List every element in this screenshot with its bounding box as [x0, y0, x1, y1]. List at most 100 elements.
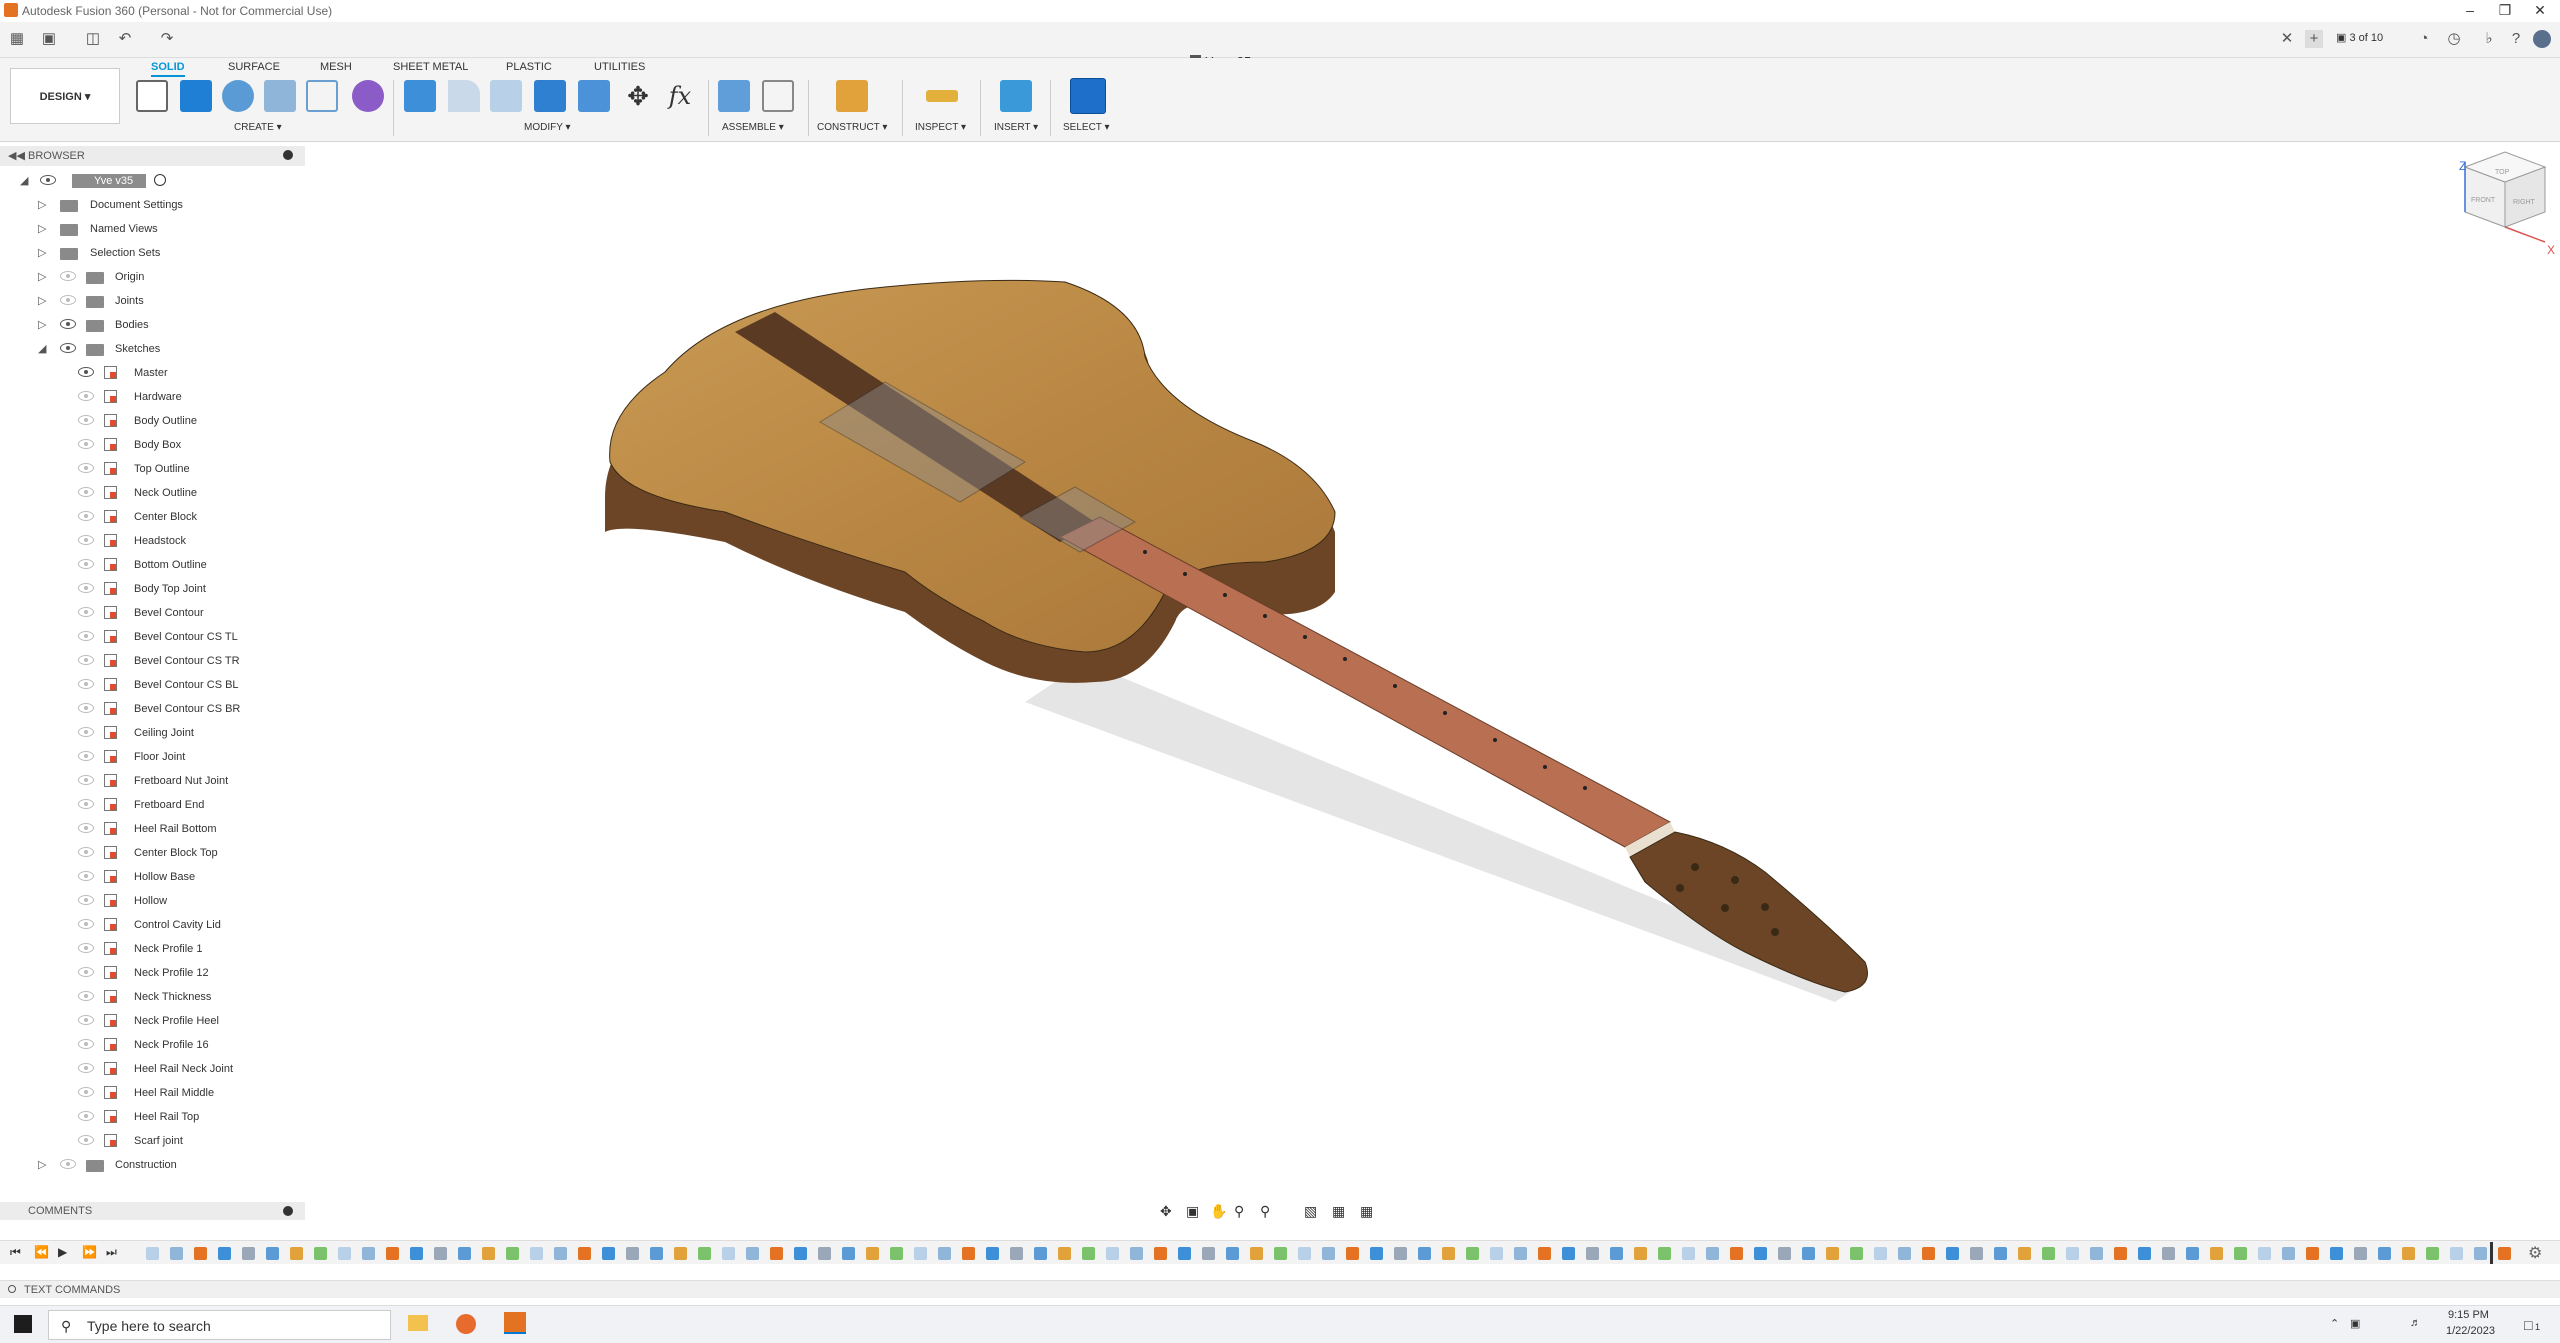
timeline-feature-icon[interactable] — [1154, 1247, 1167, 1260]
sketch-item[interactable]: Heel Rail Bottom — [0, 818, 300, 842]
timeline-feature-icon[interactable] — [1970, 1247, 1983, 1260]
timeline-feature-icon[interactable] — [1442, 1247, 1455, 1260]
timeline-feature-icon[interactable] — [1058, 1247, 1071, 1260]
timeline-feature-icon[interactable] — [842, 1247, 855, 1260]
timeline-feature-icon[interactable] — [2354, 1247, 2367, 1260]
timeline-feature-icon[interactable] — [1946, 1247, 1959, 1260]
timeline-feature-icon[interactable] — [1322, 1247, 1335, 1260]
sketch-item[interactable]: Heel Rail Neck Joint — [0, 1058, 300, 1082]
visibility-eye-icon[interactable] — [78, 415, 94, 425]
browser-item-named-views[interactable]: ▷ Named Views — [0, 218, 300, 242]
visibility-eye-icon[interactable] — [60, 271, 76, 281]
sketch-item[interactable]: Heel Rail Middle — [0, 1082, 300, 1106]
sketch-item[interactable]: Top Outline — [0, 458, 300, 482]
look-at-icon[interactable]: ▣ — [1186, 1203, 1199, 1220]
visibility-eye-icon[interactable] — [78, 631, 94, 641]
timeline-feature-icon[interactable] — [554, 1247, 567, 1260]
timeline-feature-icon[interactable] — [578, 1247, 591, 1260]
timeline-feature-icon[interactable] — [770, 1247, 783, 1260]
expand-triangle-icon[interactable]: ▷ — [38, 1158, 46, 1171]
offset-face-icon[interactable] — [578, 80, 610, 112]
timeline-feature-icon[interactable] — [146, 1247, 159, 1260]
visibility-eye-icon[interactable] — [60, 343, 76, 353]
save-icon[interactable]: ◫ — [84, 30, 102, 48]
group-modify[interactable]: MODIFY ▾ — [524, 122, 571, 133]
group-inspect[interactable]: INSPECT ▾ — [915, 122, 966, 133]
timeline-feature-icon[interactable] — [1106, 1247, 1119, 1260]
timeline-feature-icon[interactable] — [698, 1247, 711, 1260]
timeline-feature-icon[interactable] — [866, 1247, 879, 1260]
timeline-feature-icon[interactable] — [314, 1247, 327, 1260]
browser-item-selection-sets[interactable]: ▷ Selection Sets — [0, 242, 300, 266]
timeline-feature-icon[interactable] — [2378, 1247, 2391, 1260]
tab-plastic[interactable]: PLASTIC — [506, 61, 552, 73]
timeline-feature-icon[interactable] — [2402, 1247, 2415, 1260]
sketch-item[interactable]: Neck Profile 1 — [0, 938, 300, 962]
timeline-feature-icon[interactable] — [2114, 1247, 2127, 1260]
visibility-eye-icon[interactable] — [78, 703, 94, 713]
timeline-feature-icon[interactable] — [1706, 1247, 1719, 1260]
visibility-eye-icon[interactable] — [78, 1087, 94, 1097]
timeline-feature-icon[interactable] — [458, 1247, 471, 1260]
visibility-eye-icon[interactable] — [78, 463, 94, 473]
expand-triangle-icon[interactable]: ▷ — [38, 294, 46, 307]
timeline-feature-icon[interactable] — [890, 1247, 903, 1260]
revolve-icon[interactable] — [222, 80, 254, 112]
expand-triangle-icon[interactable]: ▷ — [38, 222, 46, 235]
timeline-feature-icon[interactable] — [1130, 1247, 1143, 1260]
timeline-feature-icon[interactable] — [530, 1247, 543, 1260]
clock-time[interactable]: 9:15 PM — [2448, 1309, 2489, 1321]
clock-date[interactable]: 1/22/2023 — [2446, 1325, 2495, 1337]
sketch-item[interactable]: Neck Profile Heel — [0, 1010, 300, 1034]
collapse-triangle-icon[interactable]: ◢ — [20, 174, 28, 187]
timeline-feature-icon[interactable] — [170, 1247, 183, 1260]
visibility-eye-icon[interactable] — [78, 775, 94, 785]
hole-icon[interactable] — [264, 80, 296, 112]
browser-folder-joints[interactable]: ▷ Joints — [0, 290, 300, 314]
timeline-feature-icon[interactable] — [2090, 1247, 2103, 1260]
timeline-feature-icon[interactable] — [434, 1247, 447, 1260]
timeline-feature-icon[interactable] — [1730, 1247, 1743, 1260]
timeline-feature-icon[interactable] — [2234, 1247, 2247, 1260]
insert-image-icon[interactable] — [1000, 80, 1032, 112]
visibility-eye-icon[interactable] — [78, 919, 94, 929]
timeline-feature-icon[interactable] — [242, 1247, 255, 1260]
sketch-item[interactable]: Body Top Joint — [0, 578, 300, 602]
visibility-eye-icon[interactable] — [78, 487, 94, 497]
tab-surface[interactable]: SURFACE — [228, 61, 280, 73]
sketch-item[interactable]: Center Block Top — [0, 842, 300, 866]
timeline-feature-icon[interactable] — [1874, 1247, 1887, 1260]
timeline-settings-icon[interactable]: ⚙ — [2528, 1243, 2542, 1263]
timeline-feature-icon[interactable] — [746, 1247, 759, 1260]
timeline-feature-icon[interactable] — [938, 1247, 951, 1260]
undo-icon[interactable]: ↶ — [116, 30, 134, 48]
visibility-eye-icon[interactable] — [78, 823, 94, 833]
timeline-feature-icon[interactable] — [1346, 1247, 1359, 1260]
timeline-feature-icon[interactable] — [986, 1247, 999, 1260]
timeline-feature-icon[interactable] — [1778, 1247, 1791, 1260]
combine-icon[interactable] — [534, 80, 566, 112]
comments-add-icon[interactable] — [283, 1206, 293, 1216]
sketch-item[interactable]: Control Cavity Lid — [0, 914, 300, 938]
fusion-taskbar-icon[interactable] — [504, 1312, 526, 1334]
workspace-switcher[interactable]: DESIGN ▾ — [10, 68, 120, 124]
display-settings-icon[interactable]: ▧ — [1304, 1203, 1317, 1220]
timeline-feature-icon[interactable] — [1802, 1247, 1815, 1260]
timeline-feature-icon[interactable] — [2426, 1247, 2439, 1260]
network-icon[interactable]: ▣ — [2350, 1317, 2360, 1330]
parameters-fx-icon[interactable]: fx — [664, 80, 696, 112]
timeline-feature-icon[interactable] — [1682, 1247, 1695, 1260]
timeline-feature-icon[interactable] — [1514, 1247, 1527, 1260]
visibility-eye-icon[interactable] — [78, 655, 94, 665]
timeline-feature-icon[interactable] — [362, 1247, 375, 1260]
joint-icon[interactable] — [762, 80, 794, 112]
timeline-feature-icon[interactable] — [266, 1247, 279, 1260]
extrude-icon[interactable] — [180, 80, 212, 112]
fillet-icon[interactable] — [448, 80, 480, 112]
browser-root[interactable]: ◢ Yve v35 — [0, 170, 300, 194]
sketch-item[interactable]: Bottom Outline — [0, 554, 300, 578]
timeline-feature-icon[interactable] — [290, 1247, 303, 1260]
sketch-item[interactable]: Floor Joint — [0, 746, 300, 770]
group-construct[interactable]: CONSTRUCT ▾ — [817, 122, 887, 133]
visibility-eye-icon[interactable] — [78, 367, 94, 377]
